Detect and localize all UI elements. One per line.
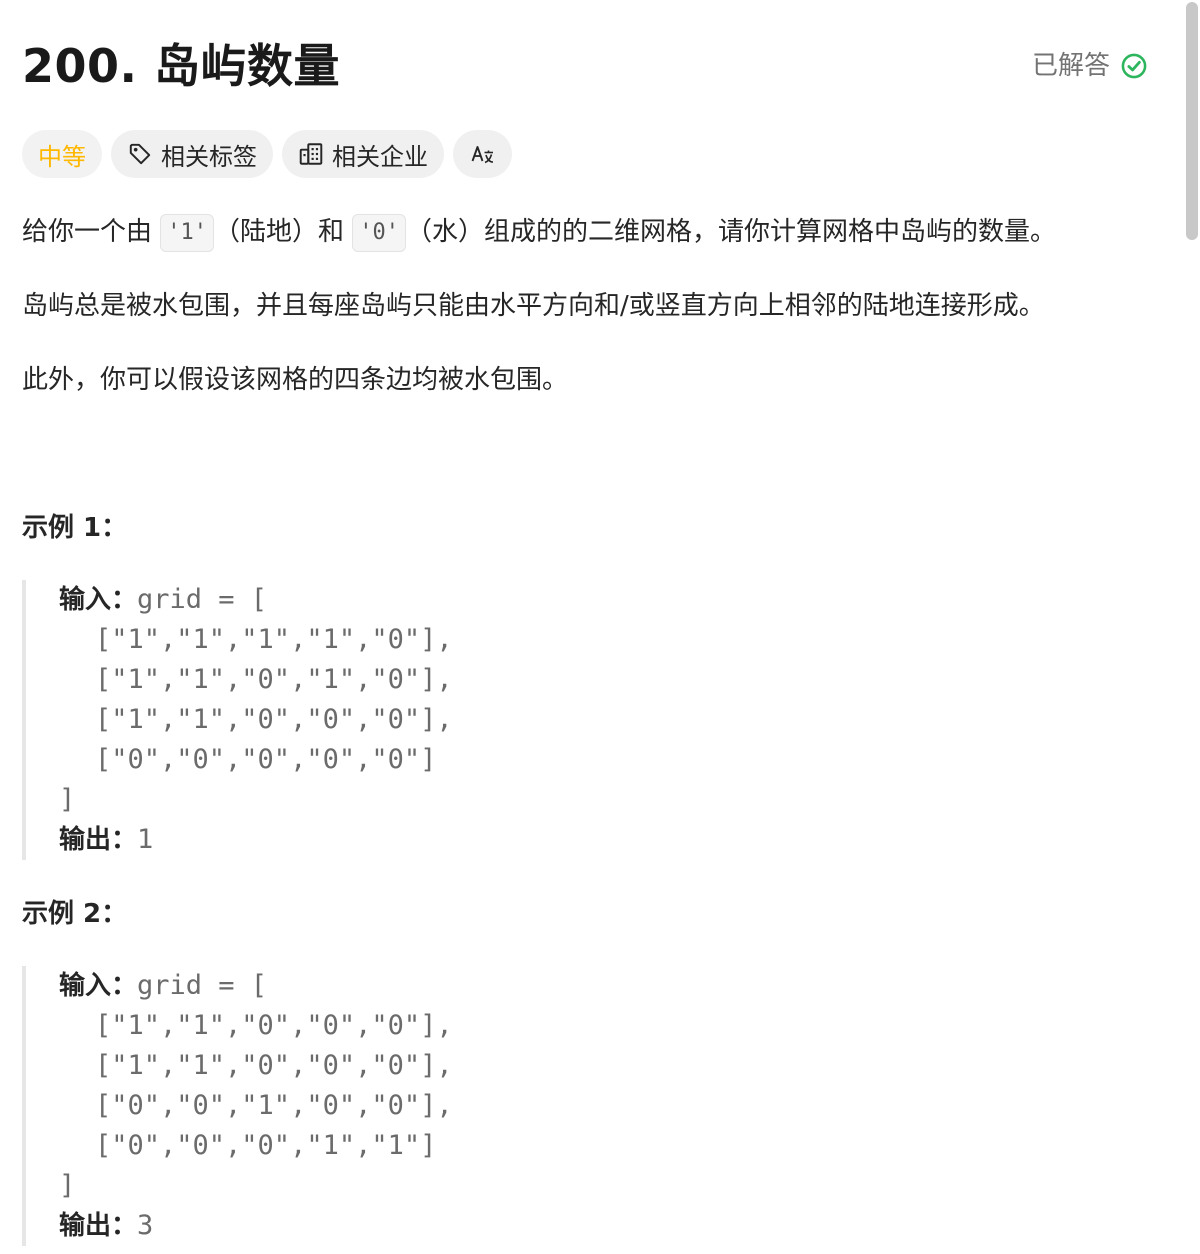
translate-icon xyxy=(471,146,493,164)
example-1-title: 示例 1： xyxy=(22,513,128,543)
description-paragraph-2: 岛屿总是被水包围，并且每座岛屿只能由水平方向和/或竖直方向上相邻的陆地连接形成。 xyxy=(22,291,1045,321)
problem-title: 200. 岛屿数量 xyxy=(22,39,341,93)
solved-label: 已解答 xyxy=(1031,51,1110,81)
example-1-row: ["1","1","0","0","0"], xyxy=(95,704,453,735)
solved-status: 已解答 xyxy=(1032,48,1148,84)
example-2-output-line: 输出：3 xyxy=(59,1206,922,1246)
example-1-row: ["0","0","0","0","0"] xyxy=(95,744,437,775)
vertical-scrollbar[interactable] xyxy=(1184,0,1200,1254)
example-1-output-value: 1 xyxy=(137,824,154,855)
example-2-input-head: grid = [ xyxy=(137,970,268,1001)
example-2-output-label: 输出： xyxy=(59,1211,138,1241)
example-1-input-line: 输入：grid = [ xyxy=(59,580,922,620)
example-2-row: ["1","1","0","0","0"], xyxy=(95,1050,453,1081)
example-2-block: 输入：grid = [ ["1","1","0","0","0"], ["1",… xyxy=(22,966,922,1246)
translate-button[interactable] xyxy=(453,130,512,178)
description-paragraph-1: 给你一个由 '1' （陆地）和 '0' （水）组成的的二维网格，请你计算网格中岛屿的… xyxy=(22,213,1142,252)
example-1-input-label: 输入： xyxy=(59,585,138,615)
example-2-close-bracket: ] xyxy=(59,1170,76,1201)
related-tags-button[interactable]: 相关标签 xyxy=(111,130,273,178)
example-2-input-line: 输入：grid = [ xyxy=(59,966,922,1006)
example-1-input-head: grid = [ xyxy=(137,584,268,615)
related-companies-label: 相关企业 xyxy=(332,142,428,171)
example-1-output-line: 输出：1 xyxy=(59,820,922,860)
tag-icon xyxy=(129,143,151,165)
example-2-output-value: 3 xyxy=(137,1210,154,1241)
scrollbar-thumb[interactable] xyxy=(1186,2,1198,240)
inline-code-land: '1' xyxy=(160,213,215,252)
problem-page: 200. 岛屿数量 已解答 中等 相关标签 相关企业 给你一个由 '1' （陆地… xyxy=(0,0,1184,1254)
description-paragraph-3: 此外，你可以假设该网格的四条边均被水包围。 xyxy=(22,365,569,395)
related-tags-label: 相关标签 xyxy=(161,142,257,171)
example-1-block: 输入：grid = [ ["1","1","1","1","0"], ["1",… xyxy=(22,580,922,860)
example-1-close-bracket: ] xyxy=(59,784,76,815)
example-2-row: ["1","1","0","0","0"], xyxy=(95,1010,453,1041)
example-2-row: ["0","0","1","0","0"], xyxy=(95,1090,453,1121)
difficulty-label: 中等 xyxy=(38,142,86,171)
difficulty-badge[interactable]: 中等 xyxy=(22,130,102,178)
inline-code-water: '0' xyxy=(352,213,407,252)
example-1-row: ["1","1","0","1","0"], xyxy=(95,664,453,695)
example-1-row: ["1","1","1","1","0"], xyxy=(95,624,453,655)
building-icon xyxy=(299,143,323,165)
related-companies-button[interactable]: 相关企业 xyxy=(282,130,444,178)
example-2-title: 示例 2： xyxy=(22,899,128,929)
example-2-input-label: 输入： xyxy=(59,971,138,1001)
example-1-output-label: 输出： xyxy=(59,825,138,855)
example-2-row: ["0","0","0","1","1"] xyxy=(95,1130,437,1161)
tag-bar: 中等 相关标签 相关企业 xyxy=(22,130,512,178)
check-circle-icon xyxy=(1121,53,1147,79)
